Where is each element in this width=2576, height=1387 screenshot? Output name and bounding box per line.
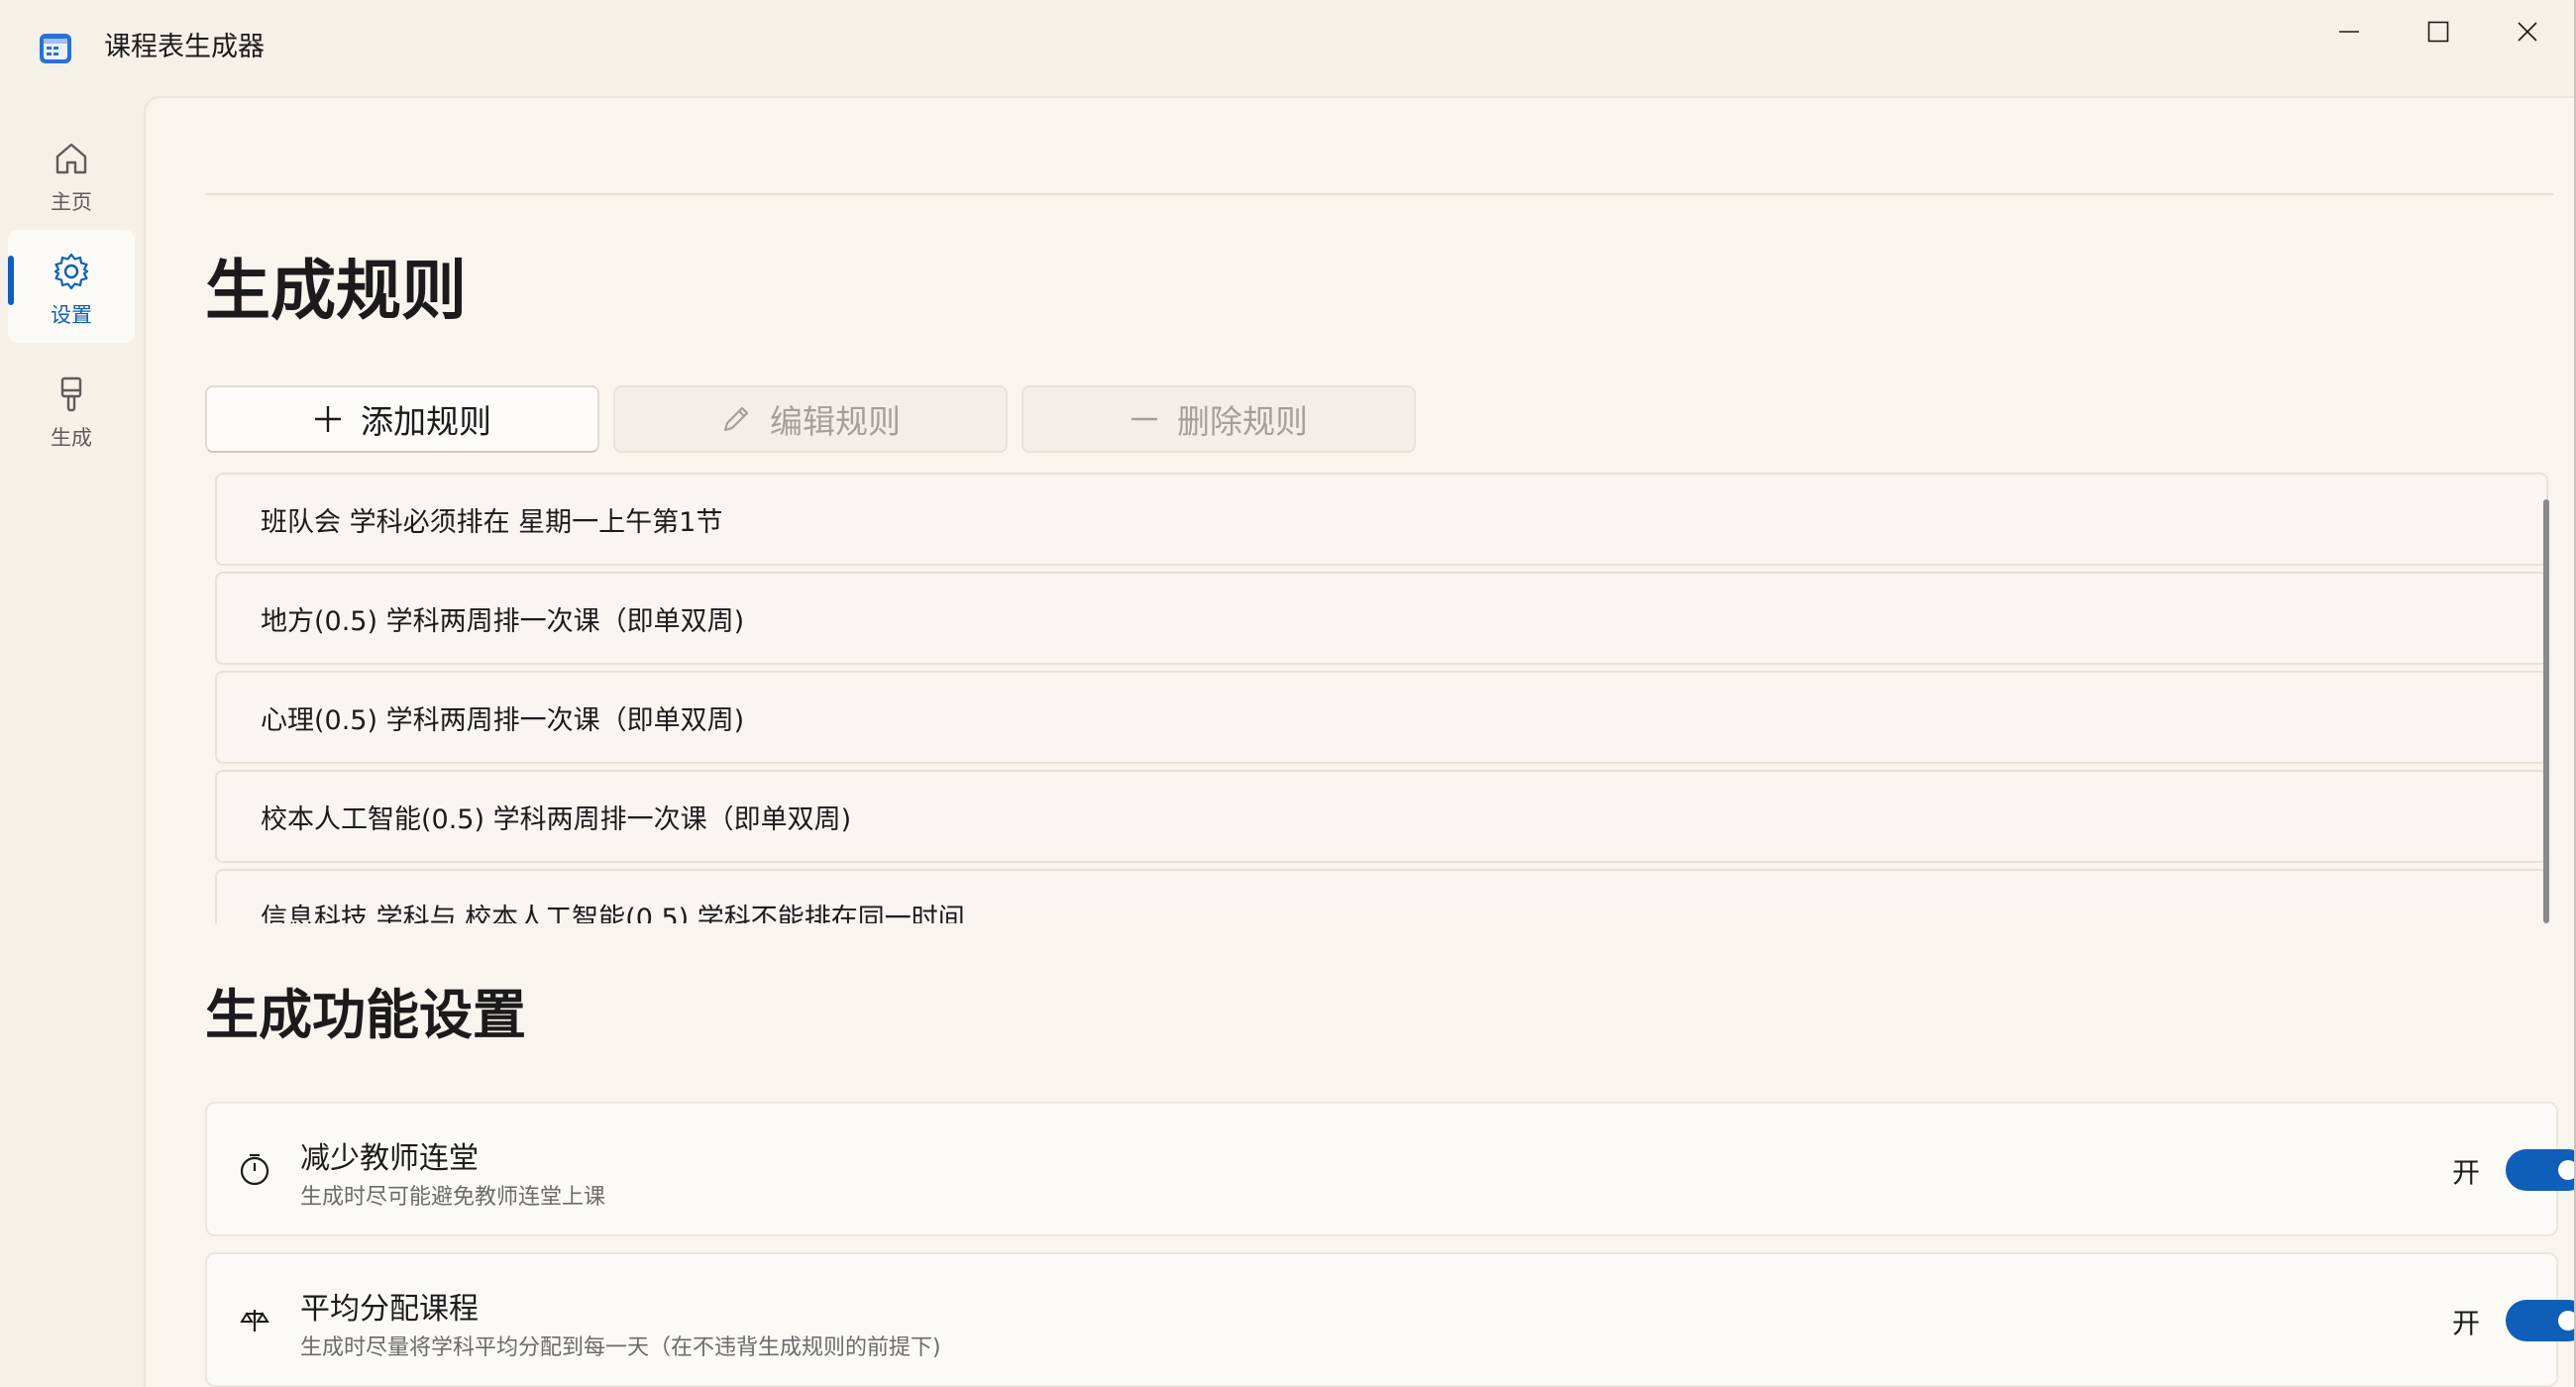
setting-description: 生成时尽量将学科平均分配到每一天（在不违背生成规则的前提下) xyxy=(300,1335,941,1360)
minimize-icon xyxy=(2339,31,2359,33)
rules-list[interactable]: 班队会 学科必须排在 星期一上午第1节 地方(0.5) 学科两周排一次课（即单双… xyxy=(215,473,2548,923)
timer-icon xyxy=(235,1149,274,1189)
toggle-state-label: 开 xyxy=(2452,1156,2481,1189)
maximize-button[interactable] xyxy=(2394,0,2483,63)
gear-icon xyxy=(50,250,93,293)
app-window: 课程表生成器 主页 设置 生成 生成规则 添加规则 编辑规则 删除规则 班队会 … xyxy=(0,0,2576,1387)
setting-description: 生成时尽可能避免教师连堂上课 xyxy=(300,1185,606,1210)
add-rule-label: 添加规则 xyxy=(361,402,491,441)
nav-label-home: 主页 xyxy=(51,190,92,214)
nav-label-settings: 设置 xyxy=(51,303,92,327)
maximize-icon xyxy=(2427,21,2449,43)
toggle-state-label: 开 xyxy=(2452,1307,2481,1339)
minus-icon xyxy=(1131,417,1157,421)
balance-icon xyxy=(235,1300,274,1339)
list-item[interactable]: 信息科技 学科与 校本人工智能(0.5) 学科不能排在同一时间 xyxy=(215,869,2548,923)
features-section-title: 生成功能设置 xyxy=(205,984,526,1046)
list-item[interactable]: 校本人工智能(0.5) 学科两周排一次课（即单双周) xyxy=(215,770,2548,863)
even-distribution-toggle[interactable] xyxy=(2506,1300,2576,1341)
setting-title: 减少教师连堂 xyxy=(300,1141,479,1176)
reduce-consecutive-toggle[interactable] xyxy=(2506,1149,2576,1191)
nav-item-home[interactable]: 主页 xyxy=(8,117,135,230)
brush-icon xyxy=(50,373,93,416)
setting-reduce-consecutive: 减少教师连堂 生成时尽可能避免教师连堂上课 开 xyxy=(205,1102,2576,1236)
list-item[interactable]: 班队会 学科必须排在 星期一上午第1节 xyxy=(215,473,2548,566)
nav-label-generate: 生成 xyxy=(51,426,92,450)
edit-rule-button[interactable]: 编辑规则 xyxy=(613,385,1008,453)
edit-rule-label: 编辑规则 xyxy=(770,402,901,441)
nav-selection-indicator xyxy=(8,256,14,305)
plus-icon xyxy=(315,406,341,432)
home-icon xyxy=(50,137,93,180)
settings-content: 生成规则 添加规则 编辑规则 删除规则 班队会 学科必须排在 星期一上午第1节 … xyxy=(144,96,2576,1387)
minimize-button[interactable] xyxy=(2305,0,2394,63)
rules-section-title: 生成规则 xyxy=(205,253,467,329)
delete-rule-button[interactable]: 删除规则 xyxy=(1021,385,1416,453)
close-button[interactable] xyxy=(2483,0,2572,63)
setting-title: 平均分配课程 xyxy=(300,1292,479,1327)
list-item[interactable]: 心理(0.5) 学科两周排一次课（即单双周) xyxy=(215,671,2548,764)
delete-rule-label: 删除规则 xyxy=(1177,402,1308,441)
add-rule-button[interactable]: 添加规则 xyxy=(205,385,599,453)
header-divider xyxy=(205,193,2553,195)
nav-item-generate[interactable]: 生成 xyxy=(8,353,135,466)
setting-even-distribution: 平均分配课程 生成时尽量将学科平均分配到每一天（在不违背生成规则的前提下) 开 xyxy=(205,1252,2576,1387)
close-icon xyxy=(2518,22,2537,42)
title-bar: 课程表生成器 xyxy=(0,0,2576,94)
pencil-icon xyxy=(723,406,749,432)
nav-item-settings[interactable]: 设置 xyxy=(8,230,135,343)
window-title: 课程表生成器 xyxy=(104,32,265,62)
list-item[interactable]: 地方(0.5) 学科两周排一次课（即单双周) xyxy=(215,572,2548,665)
calendar-app-icon xyxy=(38,30,73,65)
rules-list-scrollbar[interactable] xyxy=(2543,499,2549,923)
